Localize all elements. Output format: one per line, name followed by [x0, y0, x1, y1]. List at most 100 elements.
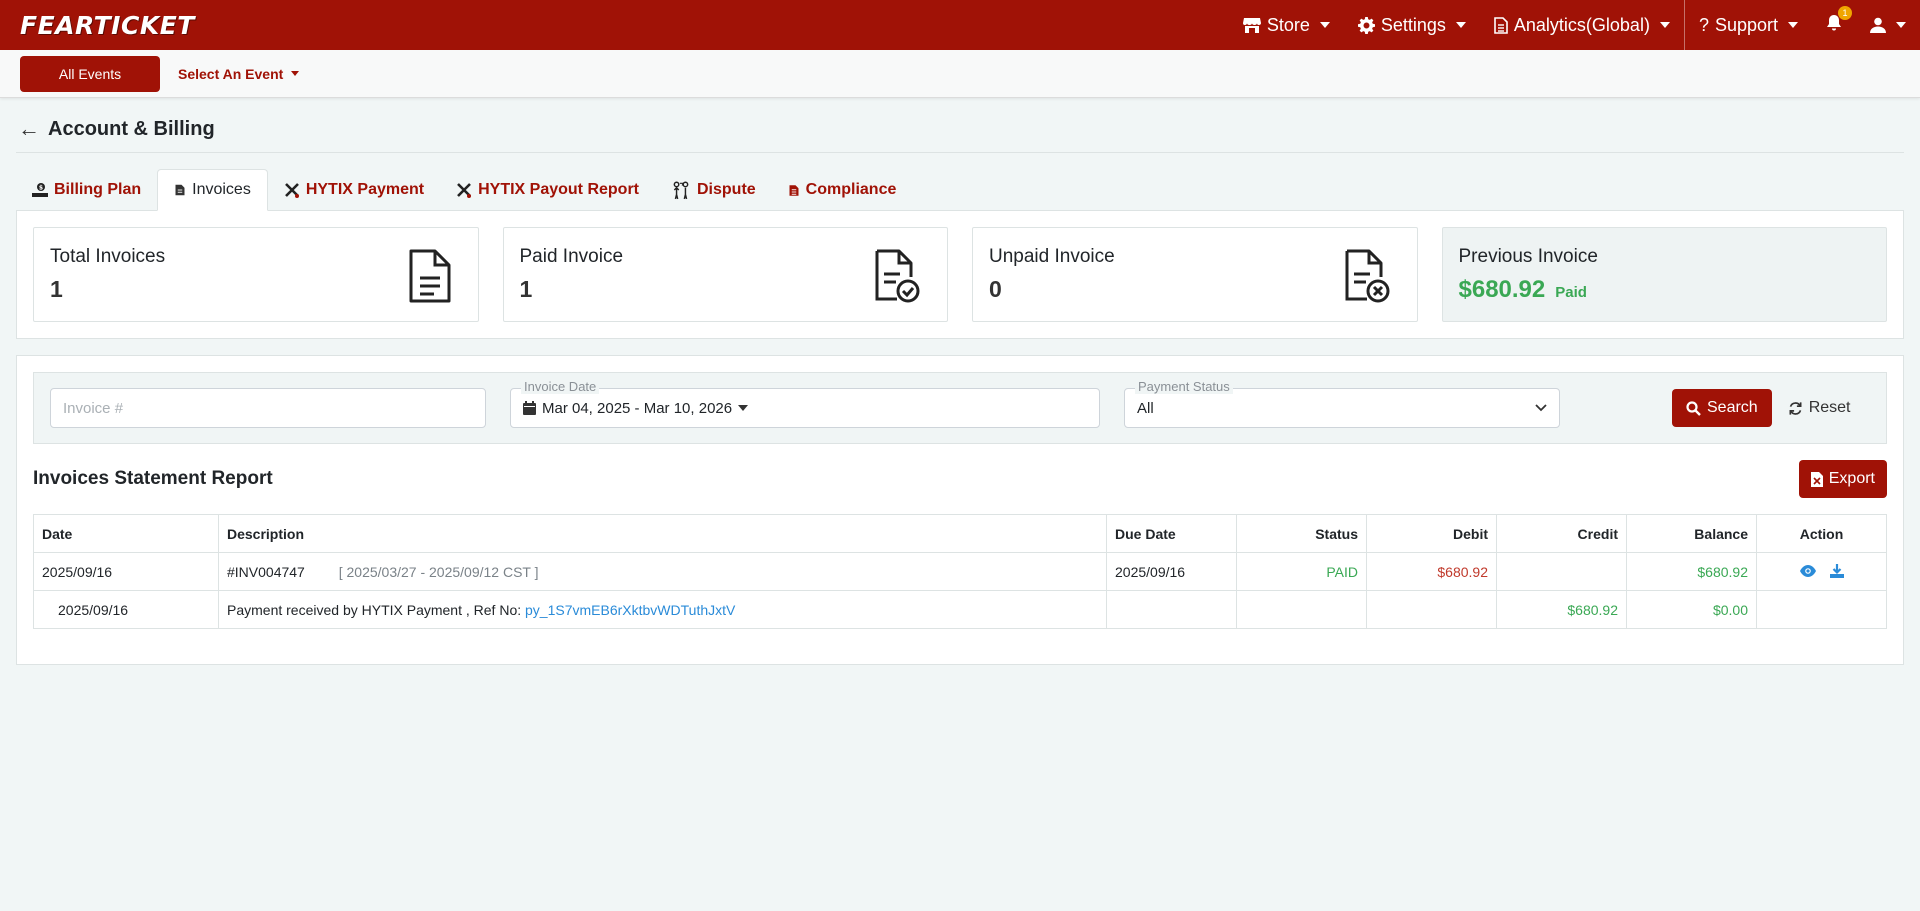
cell-due-date: 2025/09/16	[1106, 552, 1237, 591]
logo[interactable]: FEARTICKET	[20, 11, 195, 40]
invoice-date-value: Mar 04, 2025 - Mar 10, 2026	[542, 399, 733, 417]
cell-due-date	[1106, 590, 1237, 629]
user-icon	[1870, 17, 1886, 33]
refresh-icon	[1789, 401, 1802, 415]
svg-text:$: $	[39, 185, 43, 192]
table-header-row: Date Description Due Date Status Debit C…	[33, 514, 1887, 553]
back-arrow-icon[interactable]: ←	[18, 116, 40, 142]
billing-tabs: $ Billing Plan Invoices HYTIX Payment HY…	[16, 169, 1904, 211]
store-icon	[1242, 18, 1261, 33]
invoice-date-label: Invoice Date	[521, 379, 600, 394]
tab-billing-plan[interactable]: $ Billing Plan	[16, 169, 157, 211]
export-label: Export	[1828, 470, 1875, 487]
cell-date: 2025/09/16	[33, 590, 219, 629]
document-check-icon	[875, 249, 920, 303]
compliance-document-icon	[789, 184, 799, 196]
cell-date: 2025/09/16	[33, 552, 219, 591]
cell-debit: $680.92	[1366, 552, 1497, 591]
invoice-period: [ 2025/03/27 - 2025/09/12 CST ]	[338, 563, 539, 580]
download-icon[interactable]	[1829, 563, 1844, 578]
caret-down-icon	[738, 405, 749, 411]
cell-balance: $0.00	[1626, 590, 1757, 629]
payment-ref-link[interactable]: py_1S7vmEB6rXktbvWDTuthJxtV	[525, 602, 735, 618]
previous-invoice-amount: $680.92	[1458, 276, 1546, 303]
chevron-down-icon	[1788, 22, 1798, 28]
excel-file-icon	[1810, 471, 1823, 487]
top-navbar: FEARTICKET Store Settings Analytics(Glob…	[0, 0, 1920, 50]
cell-status	[1236, 590, 1367, 629]
invoice-report-panel: Invoice Date Mar 04, 2025 - Mar 10, 2026…	[16, 355, 1904, 665]
hytix-x-icon	[457, 183, 472, 198]
chevron-down-icon	[1659, 22, 1670, 28]
stat-unpaid-invoice: Unpaid Invoice 0	[972, 227, 1418, 322]
invoice-number: #INV004747	[227, 563, 305, 580]
tab-label: Invoices	[192, 181, 251, 198]
stat-label: Previous Invoice	[1458, 246, 1598, 267]
invoice-statement-table: Date Description Due Date Status Debit C…	[33, 514, 1887, 629]
event-subbar: All Events Select An Event	[0, 50, 1920, 98]
cell-credit	[1496, 552, 1627, 591]
invoice-number-input[interactable]	[63, 399, 473, 417]
document-lines-icon	[409, 249, 450, 303]
stat-value: 1	[50, 276, 63, 302]
search-button[interactable]: Search	[1672, 389, 1772, 427]
invoice-number-field[interactable]	[50, 388, 486, 428]
nav-settings[interactable]: Settings	[1344, 0, 1480, 50]
chevron-down-icon	[1896, 22, 1906, 28]
cell-debit	[1366, 590, 1497, 629]
cell-balance: $680.92	[1626, 552, 1757, 591]
gear-icon	[1357, 16, 1375, 34]
tab-invoices[interactable]: Invoices	[157, 169, 268, 211]
reset-label: Reset	[1808, 399, 1851, 416]
tab-hytix-payout-report[interactable]: HYTIX Payout Report	[440, 169, 655, 211]
col-action: Action	[1756, 514, 1887, 553]
nav-settings-label: Settings	[1380, 14, 1446, 35]
col-credit: Credit	[1496, 514, 1627, 553]
document-x-icon	[1345, 249, 1389, 303]
payment-description: Payment received by HYTIX Payment , Ref …	[227, 601, 522, 618]
tab-hytix-payment[interactable]: HYTIX Payment	[268, 169, 440, 211]
select-event-label: Select An Event	[178, 65, 284, 82]
tab-dispute[interactable]: Dispute	[655, 169, 772, 211]
search-icon	[1686, 400, 1701, 416]
tab-label: Dispute	[697, 181, 756, 198]
all-events-button[interactable]: All Events	[20, 55, 160, 92]
invoice-stats-panel: Total Invoices 1 Paid Invoice 1 Unpaid I…	[16, 211, 1904, 339]
filter-row: Invoice Date Mar 04, 2025 - Mar 10, 2026…	[33, 372, 1887, 444]
cell-action	[1756, 590, 1887, 629]
col-balance: Balance	[1626, 514, 1757, 553]
invoice-icon	[175, 184, 185, 196]
document-icon	[1494, 16, 1508, 34]
payment-status-select[interactable]: Payment Status All	[1124, 379, 1560, 428]
nav-notifications[interactable]: 1	[1812, 0, 1856, 50]
cell-status: PAID	[1236, 552, 1367, 591]
nav-user[interactable]	[1856, 0, 1920, 50]
chevron-down-icon	[291, 71, 300, 76]
col-date: Date	[33, 514, 219, 553]
reset-button[interactable]: Reset	[1788, 399, 1851, 417]
col-debit: Debit	[1366, 514, 1497, 553]
nav-support[interactable]: ? Support	[1685, 0, 1812, 50]
chevron-down-icon	[1535, 404, 1547, 412]
payment-status-value: All	[1137, 399, 1154, 417]
nav-analytics[interactable]: Analytics(Global)	[1480, 0, 1684, 50]
tab-label: Compliance	[805, 181, 897, 198]
tab-compliance[interactable]: Compliance	[772, 169, 913, 211]
chevron-down-icon	[1455, 22, 1466, 28]
table-row: 2025/09/16 Payment received by HYTIX Pay…	[33, 590, 1887, 629]
stat-paid-invoice: Paid Invoice 1	[502, 227, 948, 322]
export-button[interactable]: Export	[1798, 460, 1887, 498]
select-event-dropdown[interactable]: Select An Event	[178, 65, 300, 82]
stat-total-invoices: Total Invoices 1	[33, 227, 479, 322]
cell-description: Payment received by HYTIX Payment , Ref …	[218, 590, 1107, 629]
nav-store-label: Store	[1266, 14, 1310, 35]
eye-icon[interactable]	[1799, 564, 1816, 577]
search-label: Search	[1707, 399, 1758, 416]
nav-store[interactable]: Store	[1229, 0, 1344, 50]
invoice-date-field[interactable]: Invoice Date Mar 04, 2025 - Mar 10, 2026	[510, 379, 1100, 428]
cell-action	[1756, 552, 1887, 591]
notification-badge: 1	[1838, 6, 1852, 20]
hytix-x-icon	[284, 183, 299, 198]
cell-credit: $680.92	[1496, 590, 1627, 629]
dispute-people-icon	[673, 181, 689, 200]
